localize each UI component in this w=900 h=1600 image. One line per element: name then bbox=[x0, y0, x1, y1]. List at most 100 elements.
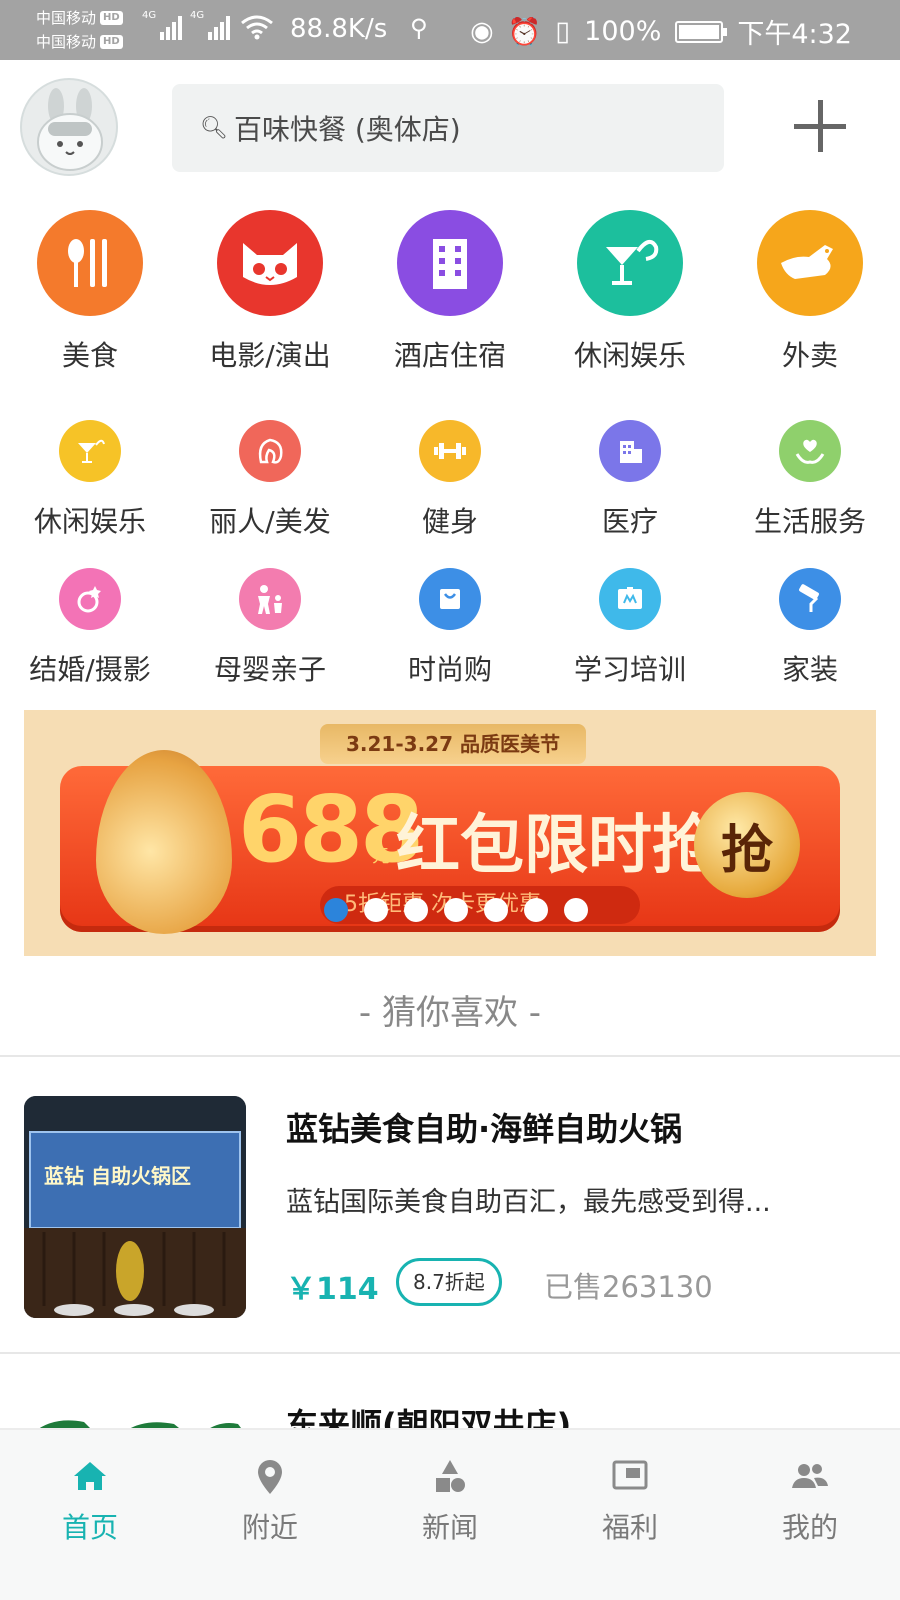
building-icon bbox=[397, 210, 503, 316]
category-label: 休闲娱乐 bbox=[573, 339, 686, 372]
clock: 下午4:32 bbox=[737, 19, 852, 50]
status-bar: 中国移动 HD 中国移动 HD 4G 4G 88.8K/s ⚲ ◉ ⏰ ▯ 100%… bbox=[0, 0, 900, 60]
promo-banner[interactable]: 3.21-3.27 品质医美节 688 元 红包限时抢 5折钜惠 次卡更优惠 抢 bbox=[24, 710, 876, 956]
family-icon bbox=[239, 568, 301, 630]
category-label: 母婴亲子 bbox=[213, 653, 326, 686]
category-label: 生活服务 bbox=[753, 505, 866, 538]
bottom-nav: 首页 附近 新闻 福利 我的 bbox=[0, 1428, 900, 1600]
bunny-avatar-icon bbox=[37, 88, 103, 171]
signal-icon: 4G bbox=[142, 10, 182, 40]
category-leisure[interactable]: 休闲娱乐 bbox=[540, 210, 720, 374]
category-medical[interactable]: 医疗 bbox=[540, 420, 720, 540]
nav-label: 福利 bbox=[601, 1511, 658, 1544]
battery-percent: 100% bbox=[584, 16, 662, 47]
category-label: 医疗 bbox=[601, 505, 658, 538]
usb-icon: ⚲ bbox=[410, 14, 428, 42]
signal-icons: 4G 4G bbox=[142, 10, 274, 40]
network-type: 4G bbox=[142, 10, 157, 21]
category-home-decor[interactable]: 家装 bbox=[720, 568, 900, 688]
divider bbox=[0, 1352, 900, 1354]
alarm-icon: ⏰ bbox=[507, 16, 542, 48]
carousel-dot[interactable] bbox=[484, 898, 508, 922]
nav-home[interactable]: 首页 bbox=[0, 1430, 180, 1600]
deal-description: 蓝钻国际美食自助百汇，最先感受到得... bbox=[286, 1187, 771, 1218]
dumbbell-icon bbox=[419, 420, 481, 482]
shapes-icon bbox=[436, 1460, 465, 1492]
category-label: 电影/演出 bbox=[209, 339, 331, 372]
category-food[interactable]: 美食 bbox=[0, 210, 180, 374]
category-fashion[interactable]: 时尚购 bbox=[360, 568, 540, 688]
carrier-1: 中国移动 bbox=[36, 9, 97, 27]
hd-badge: HD bbox=[100, 11, 123, 25]
divider bbox=[0, 1055, 900, 1057]
search-placeholder: 百味快餐 (奥体店) bbox=[233, 113, 461, 146]
wifi-icon bbox=[241, 15, 273, 40]
category-label: 休闲娱乐 bbox=[33, 505, 146, 538]
category-label: 酒店住宿 bbox=[393, 339, 506, 372]
avatar[interactable] bbox=[20, 78, 118, 176]
deal-price: ￥114 bbox=[286, 1272, 379, 1307]
vibrate-icon: ▯ bbox=[555, 16, 571, 47]
secondary-categories-row1: 休闲娱乐 丽人/美发 健身 医疗 生活服务 bbox=[0, 420, 900, 540]
cocktail-icon bbox=[577, 210, 683, 316]
category-leisure-small[interactable]: 休闲娱乐 bbox=[0, 420, 180, 540]
home-icon bbox=[74, 1462, 106, 1490]
banner-headline: 红包限时抢 bbox=[396, 809, 716, 883]
shopping-bag-icon bbox=[419, 568, 481, 630]
fork-knife-icon bbox=[37, 210, 143, 316]
category-label: 外卖 bbox=[781, 339, 838, 372]
nav-label: 新闻 bbox=[421, 1511, 478, 1544]
nav-benefits[interactable]: 福利 bbox=[540, 1430, 720, 1600]
network-speed: 88.8K/s bbox=[290, 14, 388, 44]
search-input[interactable]: 🔍︎ 百味快餐 (奥体店) bbox=[172, 84, 724, 172]
category-parenting[interactable]: 母婴亲子 bbox=[180, 568, 360, 688]
primary-categories: 美食 电影/演出 酒店住宿 休闲娱乐 外卖 bbox=[0, 210, 900, 374]
carousel-dot[interactable] bbox=[524, 898, 548, 922]
hair-icon bbox=[239, 420, 301, 482]
grab-button[interactable]: 抢 bbox=[694, 792, 800, 898]
nav-label: 我的 bbox=[781, 1511, 838, 1544]
carousel-dots bbox=[324, 898, 588, 922]
signal-icon: 4G bbox=[190, 10, 230, 40]
category-hotel[interactable]: 酒店住宿 bbox=[360, 210, 540, 374]
deal-thumbnail: 蓝钻 自助火锅区 bbox=[24, 1096, 246, 1318]
secondary-categories-row2: 结婚/摄影 母婴亲子 时尚购 学习培训 家装 bbox=[0, 568, 900, 688]
heart-hand-icon bbox=[779, 420, 841, 482]
category-beauty[interactable]: 丽人/美发 bbox=[180, 420, 360, 540]
discount-badge: 8.7折起 bbox=[396, 1258, 502, 1306]
category-delivery[interactable]: 外卖 bbox=[720, 210, 900, 374]
kangaroo-icon bbox=[757, 210, 863, 316]
category-life-services[interactable]: 生活服务 bbox=[720, 420, 900, 540]
hd-badge: HD bbox=[100, 35, 123, 49]
category-wedding[interactable]: 结婚/摄影 bbox=[0, 568, 180, 688]
category-fitness[interactable]: 健身 bbox=[360, 420, 540, 540]
carrier-2: 中国移动 bbox=[36, 33, 97, 51]
thumbnail-sign: 蓝钻 自助火锅区 bbox=[44, 1164, 191, 1188]
hospital-icon bbox=[599, 420, 661, 482]
category-label: 丽人/美发 bbox=[209, 505, 331, 538]
add-button[interactable] bbox=[790, 96, 850, 156]
status-right: ◉ ⏰ ▯ 100% 下午4:32 bbox=[470, 12, 852, 51]
nav-news[interactable]: 新闻 bbox=[360, 1430, 540, 1600]
cat-icon bbox=[217, 210, 323, 316]
category-movies[interactable]: 电影/演出 bbox=[180, 210, 360, 374]
network-type: 4G bbox=[190, 10, 205, 21]
nav-label: 首页 bbox=[61, 1511, 118, 1544]
category-label: 学习培训 bbox=[573, 653, 686, 686]
nav-profile[interactable]: 我的 bbox=[720, 1430, 900, 1600]
nav-nearby[interactable]: 附近 bbox=[180, 1430, 360, 1600]
carrier-info: 中国移动 HD 中国移动 HD bbox=[36, 6, 123, 54]
carousel-dot[interactable] bbox=[364, 898, 388, 922]
battery-icon bbox=[675, 20, 728, 43]
banner-tag: 3.21-3.27 品质医美节 bbox=[320, 724, 586, 764]
carousel-dot[interactable] bbox=[324, 898, 348, 922]
eye-icon: ◉ bbox=[470, 16, 494, 47]
banner-amount: 688 bbox=[238, 776, 424, 883]
banner-unit: 元 bbox=[372, 846, 390, 867]
category-label: 家装 bbox=[781, 653, 838, 686]
carousel-dot[interactable] bbox=[564, 898, 588, 922]
sold-count: 已售263130 bbox=[544, 1270, 713, 1304]
carousel-dot[interactable] bbox=[444, 898, 468, 922]
category-education[interactable]: 学习培训 bbox=[540, 568, 720, 688]
carousel-dot[interactable] bbox=[404, 898, 428, 922]
